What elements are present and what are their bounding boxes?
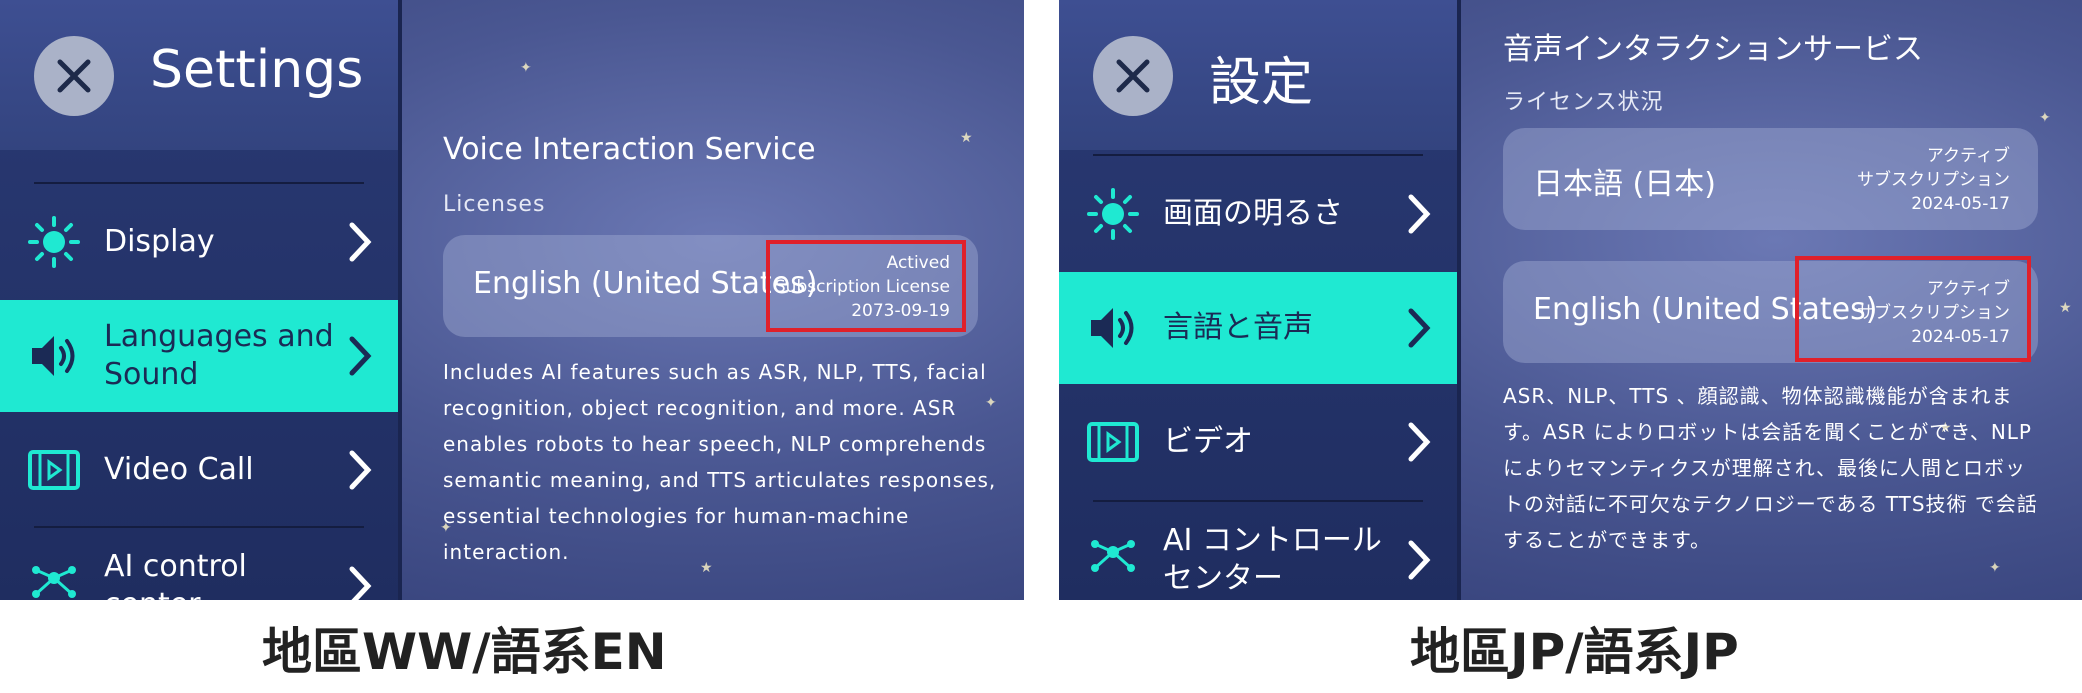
- sidebar-item-languages[interactable]: 言語と音声: [1059, 272, 1457, 384]
- chevron-right-icon: [349, 450, 372, 490]
- chevron-right-icon: [349, 222, 372, 262]
- highlight-box: [1795, 256, 2031, 362]
- ai-network-icon: [32, 566, 76, 598]
- sidebar-item-label: 画面の明るさ: [1163, 196, 1343, 231]
- settings-sidebar: Settings Display Languages and Sound Vid…: [0, 0, 402, 600]
- license-language: 日本語 (日本): [1533, 167, 1716, 202]
- sidebar-item-display[interactable]: 画面の明るさ: [1059, 158, 1457, 270]
- sidebar-header: Settings: [0, 0, 398, 150]
- service-description: ASR、NLP、TTS 、顔認識、物体認識機能が含まれます。ASR によりロボッ…: [1503, 384, 2038, 552]
- chevron-right-icon: [1408, 194, 1431, 234]
- sidebar-item-label: Display: [104, 224, 215, 259]
- sidebar-item-label: ビデオ: [1163, 424, 1253, 459]
- close-button[interactable]: [34, 36, 114, 116]
- highlight-box: [766, 240, 966, 332]
- licenses-label: ライセンス状況: [1503, 90, 1664, 115]
- page-title: Settings: [150, 40, 364, 100]
- sidebar-item-languages[interactable]: Languages and Sound: [0, 300, 398, 412]
- close-icon: [1116, 59, 1150, 93]
- close-button[interactable]: [1093, 36, 1173, 116]
- licenses-label: Licenses: [443, 192, 546, 217]
- sidebar-item-label: Video Call: [104, 452, 254, 487]
- sidebar-item-label: AI control center: [104, 549, 247, 600]
- sidebar-item-ai-control[interactable]: AI control center: [0, 530, 398, 600]
- sun-icon: [1087, 188, 1139, 240]
- settings-sidebar: 設定 画面の明るさ 言語と音声 ビデオ AI コントロール センター: [1059, 0, 1461, 600]
- settings-screen-jp: ★ ✦ ★ ✦ ★ 設定 画面の明るさ: [1059, 0, 2082, 600]
- chevron-right-icon: [1408, 540, 1431, 580]
- chevron-right-icon: [349, 566, 372, 600]
- caption-ww-en: 地區WW/語系EN: [262, 623, 667, 681]
- sidebar-item-ai-control[interactable]: AI コントロール センター: [1059, 504, 1457, 600]
- speaker-icon: [1091, 308, 1134, 348]
- sidebar-item-label: AI コントロール センター: [1163, 523, 1382, 596]
- close-icon: [57, 59, 91, 93]
- sidebar-header: 設定: [1059, 0, 1457, 150]
- license-date: 2024-05-17: [1911, 194, 2010, 214]
- status-line: アクティブ: [1926, 146, 2010, 166]
- sidebar-item-video[interactable]: ビデオ: [1059, 386, 1457, 498]
- chevron-right-icon: [1408, 422, 1431, 462]
- video-icon: [1087, 422, 1139, 462]
- video-icon: [28, 450, 80, 490]
- page-title: 設定: [1209, 53, 1314, 113]
- sidebar-item-label: Languages and Sound: [104, 319, 334, 392]
- chevron-right-icon: [1408, 308, 1431, 348]
- chevron-right-icon: [349, 336, 372, 376]
- service-title: 音声インタラクションサービス: [1503, 32, 1923, 67]
- sidebar-item-label: 言語と音声: [1163, 310, 1313, 345]
- license-card[interactable]: 日本語 (日本) アクティブ サブスクリプション 2024-05-17: [1503, 128, 2038, 230]
- sidebar-item-video-call[interactable]: Video Call: [0, 414, 398, 526]
- license-status: アクティブ サブスクリプション 2024-05-17: [1857, 144, 2010, 216]
- sidebar-item-display[interactable]: Display: [0, 186, 398, 298]
- status-line: サブスクリプション: [1857, 170, 2010, 190]
- speaker-icon: [32, 336, 75, 376]
- caption-jp-jp: 地區JP/語系JP: [1410, 623, 1739, 681]
- divider: [1093, 154, 1423, 156]
- sun-icon: [28, 216, 80, 268]
- ai-network-icon: [1091, 540, 1135, 572]
- divider: [34, 526, 364, 528]
- service-description: Includes AI features such as ASR, NLP, T…: [443, 360, 997, 564]
- settings-screen-en: ★ ✦ ★ ✦ ★ ✦ Settings Disp: [0, 0, 1024, 600]
- divider: [34, 182, 364, 184]
- service-title: Voice Interaction Service: [443, 132, 816, 167]
- divider: [1093, 500, 1423, 502]
